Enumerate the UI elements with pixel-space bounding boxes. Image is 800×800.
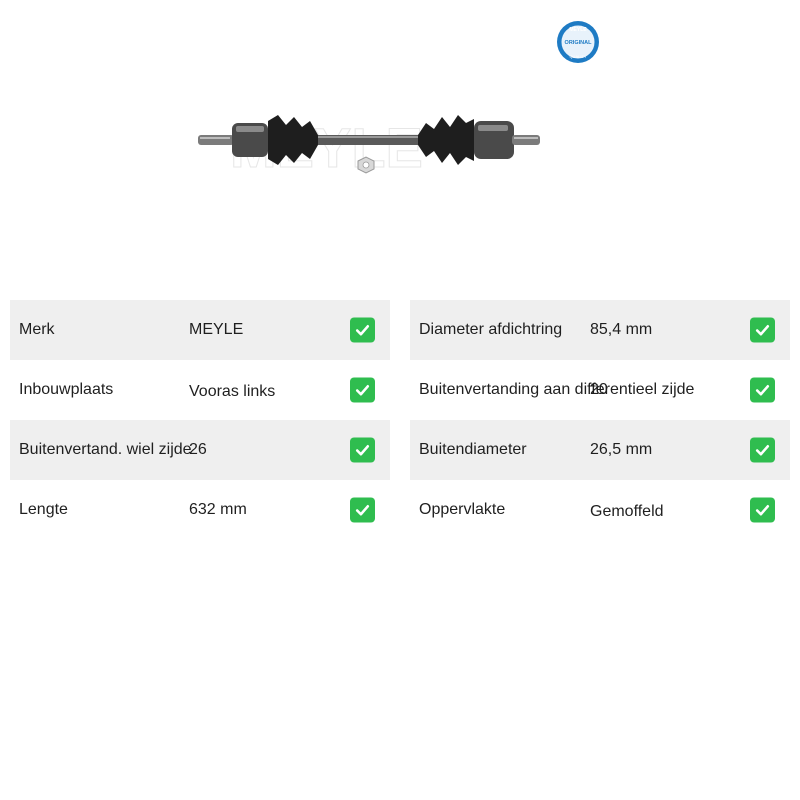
spec-row: Oppervlakte Gemoffeld [410, 480, 790, 540]
check-mark-icon [750, 497, 775, 523]
spec-row: Inbouwplaats Vooras links [10, 360, 390, 420]
spec-table-right: Diameter afdichtring 85,4 mm Buitenverta… [410, 300, 790, 540]
drive-shaft-image[interactable]: MEYLE [190, 95, 550, 190]
svg-text:MEYLE: MEYLE [569, 27, 587, 33]
spec-value: 632 mm [189, 501, 247, 518]
spec-row: Buitendiameter 26,5 mm [410, 420, 790, 480]
spec-row: Buitenvertanding aan differentieel zijde… [410, 360, 790, 420]
check-mark-icon [350, 437, 375, 463]
spec-label: Inbouwplaats [19, 381, 114, 398]
check-mark-icon [350, 317, 375, 343]
spec-value: 26 [189, 441, 207, 458]
spec-label: Lengte [19, 501, 68, 518]
spec-row: Diameter afdichtring 85,4 mm [410, 300, 790, 360]
check-mark-icon [750, 317, 775, 343]
check-mark-icon [350, 497, 375, 523]
svg-text:QUALITY: QUALITY [569, 54, 586, 59]
spec-label: Diameter afdichtring [419, 321, 563, 338]
spec-label: Buitenvertand. wiel zijde [19, 441, 192, 458]
check-mark-icon [350, 377, 375, 403]
spec-value: Vooras links [189, 383, 276, 400]
spec-value: 20 [590, 381, 608, 398]
svg-text:ORIGINAL: ORIGINAL [565, 40, 593, 46]
spec-label: Merk [19, 321, 55, 338]
check-mark-icon [750, 377, 775, 403]
spec-label: Buitenvertanding aan differentieel zijde [419, 381, 695, 398]
spec-row: Merk MEYLE [10, 300, 390, 360]
product-page: MEYLE ORIGINAL QUALITY MEYLE Merk MEYLE … [0, 0, 800, 800]
meyle-original-quality-badge: MEYLE ORIGINAL QUALITY [557, 21, 599, 63]
spec-label: Oppervlakte [419, 501, 506, 518]
check-mark-icon [750, 437, 775, 463]
spec-row: Lengte 632 mm [10, 480, 390, 540]
spec-value: Gemoffeld [590, 503, 664, 520]
spec-table-left: Merk MEYLE Inbouwplaats Vooras links Bui… [10, 300, 390, 540]
spec-label: Buitendiameter [419, 441, 527, 458]
spec-value: 85,4 mm [590, 321, 653, 338]
spec-value: 26,5 mm [590, 441, 653, 458]
spec-value: MEYLE [189, 321, 244, 338]
spec-row: Buitenvertand. wiel zijde 26 [10, 420, 390, 480]
